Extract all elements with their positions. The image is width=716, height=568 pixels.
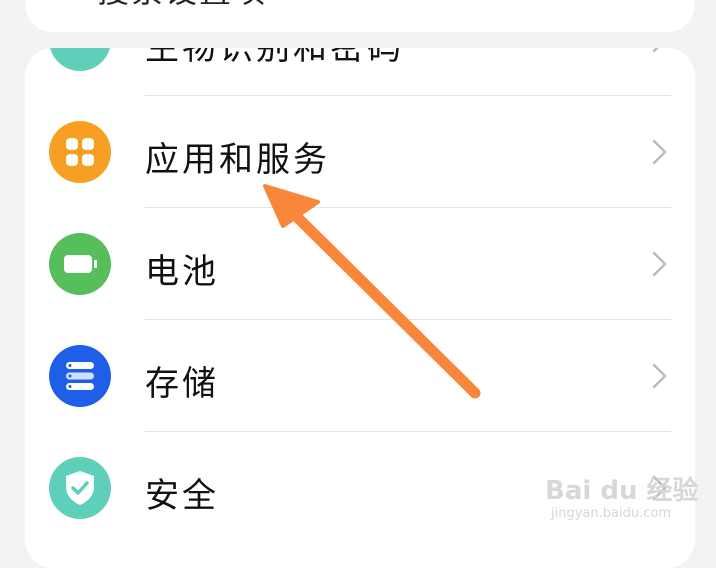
watermark-url: jingyan.baidu.com — [551, 506, 671, 521]
apps-grid-icon — [66, 138, 94, 166]
search-bar[interactable]: 搜索设置项 — [25, 0, 695, 32]
settings-item-label: 电池 — [145, 252, 219, 292]
shield-check-icon — [66, 471, 94, 505]
settings-item-storage[interactable]: 存储 — [25, 320, 695, 432]
battery-icon — [64, 255, 97, 273]
chevron-right-icon — [652, 251, 667, 277]
settings-item-biometrics[interactable]: 生物识别和密码 — [25, 48, 695, 96]
search-icon — [53, 0, 81, 6]
settings-item-label: 应用和服务 — [145, 140, 330, 180]
chevron-right-icon — [652, 139, 667, 165]
watermark-brand: Bai du 经验 — [545, 476, 699, 506]
baidu-watermark: Bai du 经验 jingyan.baidu.com — [545, 458, 705, 528]
search-placeholder: 搜索设置项 — [97, 0, 267, 12]
settings-item-label: 存储 — [145, 364, 219, 404]
fingerprint-icon — [49, 48, 111, 71]
settings-item-label: 安全 — [145, 476, 219, 516]
settings-item-apps-services[interactable]: 应用和服务 — [25, 96, 695, 208]
storage-icon — [66, 362, 94, 390]
settings-item-battery[interactable]: 电池 — [25, 208, 695, 320]
chevron-right-icon — [652, 363, 667, 389]
chevron-right-icon — [652, 48, 659, 53]
settings-item-label: 生物识别和密码 — [145, 48, 404, 68]
